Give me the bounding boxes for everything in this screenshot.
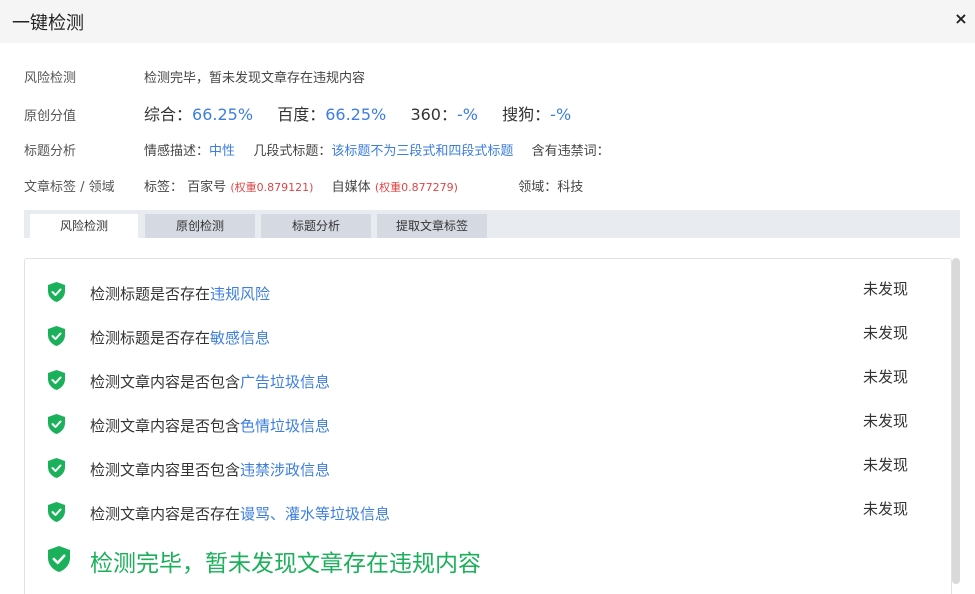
check-status: 未发现 [862, 280, 908, 298]
dialog-titlebar: 一键检测 × [0, 0, 975, 43]
title-analysis-values: 情感描述：中性 几段式标题：该标题不为三段式和四段式标题 含有违禁词： [144, 140, 610, 159]
tag-name: 百家号 [187, 180, 227, 195]
check-text: 检测文章内容是否存在谩骂、灌水等垃圾信息 [90, 503, 390, 524]
tab-original-check[interactable]: 原创检测 [145, 214, 255, 238]
check-row: 检测标题是否存在违规风险 未发现 [24, 278, 928, 308]
check-text: 检测标题是否存在敏感信息 [90, 327, 270, 348]
shield-check-icon [48, 326, 65, 346]
check-row: 检测标题是否存在敏感信息 未发现 [24, 322, 928, 352]
check-status: 未发现 [862, 324, 908, 342]
tab-risk-check[interactable]: 风险检测 [30, 214, 138, 238]
banned-words-label: 含有违禁词： [531, 144, 610, 159]
segment-value: 该标题不为三段式和四段式标题 [331, 144, 514, 159]
check-text: 检测文章内容是否包含广告垃圾信息 [90, 371, 330, 392]
check-text: 检测标题是否存在违规风险 [90, 283, 270, 304]
info-row-risk: 风险检测 检测完毕，暂未发现文章存在违规内容 [24, 67, 365, 86]
emotion-value: 中性 [209, 144, 236, 159]
check-row: 检测文章内容里否包含违禁涉政信息 未发现 [24, 454, 928, 484]
tab-extract-tags[interactable]: 提取文章标签 [377, 214, 487, 238]
score-name-baidu: 百度： [277, 105, 326, 124]
check-highlight: 违禁涉政信息 [240, 461, 331, 479]
info-row-tags: 文章标签 / 领域 标签： 百家号 (权重0.879121) 自媒体 (权重0.… [24, 176, 583, 195]
dialog-title: 一键检测 [12, 13, 84, 34]
tag-name: 自媒体 [331, 180, 371, 195]
check-prefix: 检测文章内容是否包含 [90, 373, 241, 391]
info-row-original: 原创分值 综合：66.25% 百度：66.25% 360：-% 搜狗：-% [24, 101, 571, 125]
score-value-overall: 66.25% [192, 105, 254, 124]
info-row-title-analysis: 标题分析 情感描述：中性 几段式标题：该标题不为三段式和四段式标题 含有违禁词： [24, 140, 610, 159]
check-text: 检测文章内容是否包含色情垃圾信息 [90, 415, 330, 436]
original-scores: 综合：66.25% 百度：66.25% 360：-% 搜狗：-% [144, 101, 571, 125]
info-label-original: 原创分值 [24, 109, 77, 124]
tab-bar: 风险检测 原创检测 标题分析 提取文章标签 [24, 210, 960, 238]
score-value-baidu: 66.25% [325, 105, 387, 124]
shield-check-icon [48, 458, 65, 478]
check-status: 未发现 [862, 412, 908, 430]
shield-check-icon [48, 546, 70, 572]
check-highlight: 色情垃圾信息 [240, 417, 331, 435]
tag-label: 标签： [144, 180, 184, 195]
check-prefix: 检测文章内容是否存在 [90, 505, 241, 523]
shield-check-icon [48, 502, 65, 522]
segment-label: 几段式标题： [253, 144, 332, 159]
check-status: 未发现 [862, 368, 908, 386]
check-highlight: 广告垃圾信息 [240, 373, 331, 391]
score-name-360: 360： [410, 105, 457, 124]
check-row: 检测文章内容是否包含广告垃圾信息 未发现 [24, 366, 928, 396]
info-label-tags: 文章标签 / 领域 [24, 180, 115, 195]
emotion-label: 情感描述： [144, 144, 210, 159]
info-label-risk: 风险检测 [24, 71, 77, 86]
score-value-360: -% [456, 105, 478, 124]
check-highlight: 谩骂、灌水等垃圾信息 [240, 505, 391, 523]
shield-check-icon [48, 282, 65, 302]
check-prefix: 检测文章内容里否包含 [90, 461, 241, 479]
tags-values: 标签： 百家号 (权重0.879121) 自媒体 (权重0.877279) 领域… [144, 176, 583, 195]
check-highlight: 敏感信息 [210, 329, 271, 347]
check-text: 检测文章内容里否包含违禁涉政信息 [90, 459, 330, 480]
tag-weight: (权重0.879121) [230, 181, 314, 194]
check-status: 未发现 [862, 500, 908, 518]
close-icon[interactable]: × [951, 9, 971, 29]
score-name-overall: 综合： [144, 105, 193, 124]
domain-value: 领域：科技 [518, 180, 584, 195]
shield-check-icon [48, 414, 65, 434]
tab-title-analysis[interactable]: 标题分析 [261, 214, 371, 238]
summary-text: 检测完毕，暂未发现文章存在违规内容 [90, 551, 481, 577]
info-label-title-analysis: 标题分析 [24, 144, 77, 159]
check-prefix: 检测文章内容是否包含 [90, 417, 241, 435]
shield-check-icon [48, 370, 65, 390]
check-row: 检测文章内容是否包含色情垃圾信息 未发现 [24, 410, 928, 440]
check-prefix: 检测标题是否存在 [90, 285, 211, 303]
check-highlight: 违规风险 [210, 285, 271, 303]
info-value-risk: 检测完毕，暂未发现文章存在违规内容 [144, 71, 366, 86]
check-row: 检测文章内容是否存在谩骂、灌水等垃圾信息 未发现 [24, 498, 928, 528]
score-name-sogou: 搜狗： [502, 105, 551, 124]
score-value-sogou: -% [550, 105, 572, 124]
check-prefix: 检测标题是否存在 [90, 329, 211, 347]
tag-weight: (权重0.877279) [374, 181, 458, 194]
vertical-scrollbar[interactable] [952, 258, 960, 584]
check-status: 未发现 [862, 456, 908, 474]
